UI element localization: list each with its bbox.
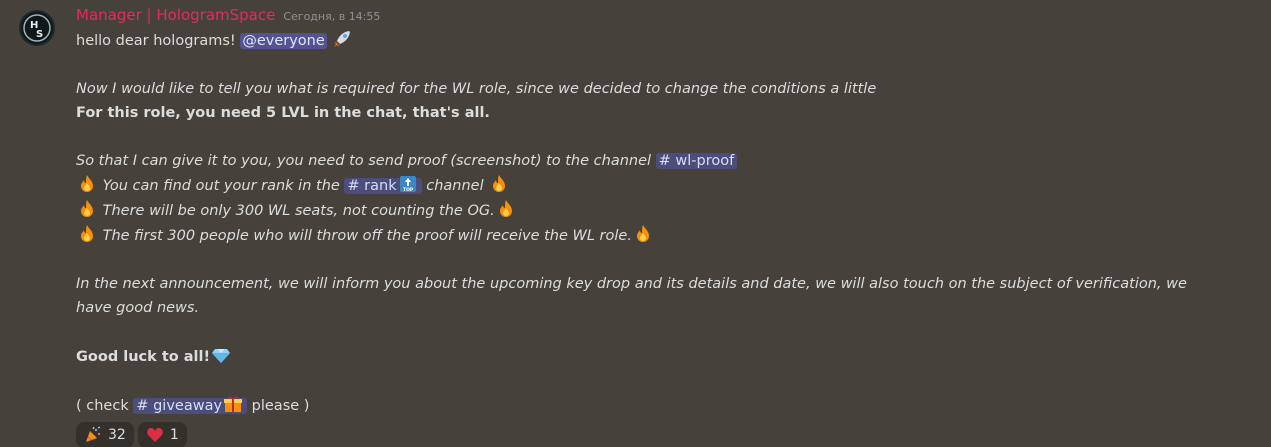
chat-message: H S Manager | HologramSpace Сегодня, в 1… — [0, 0, 1271, 447]
message-line: You can find out your rank in the # rank… — [76, 173, 1255, 198]
message-line: In the next announcement, we will inform… — [76, 276, 1187, 316]
fire-emoji — [76, 173, 98, 195]
message-line: So that I can give it to you, you need t… — [76, 149, 1255, 173]
heart-icon — [146, 426, 164, 444]
message-line: hello dear holograms! @everyone — [76, 28, 1255, 53]
top-arrow-emoji: TOP — [397, 173, 419, 195]
everyone-mention[interactable]: @everyone — [240, 33, 327, 49]
first-300-text: The first 300 people who will throw off … — [102, 228, 632, 244]
message-line: For this role, you need 5 LVL in the cha… — [76, 105, 490, 121]
greeting-text: hello dear holograms! — [76, 33, 236, 49]
reactions-bar: 32 1 — [76, 422, 1255, 447]
party-popper-icon — [84, 426, 102, 444]
rank-text: You can find out your rank in the — [102, 178, 340, 194]
gem-emoji — [210, 344, 232, 366]
timestamp: Сегодня, в 14:55 — [283, 10, 381, 23]
reaction-heart[interactable]: 1 — [137, 422, 187, 447]
svg-text:S: S — [36, 29, 43, 40]
channel-link-giveaway[interactable]: # giveaway — [133, 396, 248, 414]
channel-link-wl-proof[interactable]: # wl-proof — [655, 153, 738, 169]
rank-text-end: channel — [426, 178, 484, 194]
message-line: Good luck to all! — [76, 344, 1255, 369]
gift-emoji — [222, 393, 244, 415]
message-header: Manager | HologramSpace Сегодня, в 14:55 — [76, 6, 1255, 28]
reaction-party-popper[interactable]: 32 — [76, 422, 134, 447]
channel-giveaway-label: # giveaway — [136, 398, 223, 414]
proof-text: So that I can give it to you, you need t… — [76, 153, 652, 169]
fire-emoji — [495, 198, 517, 220]
fire-emoji — [632, 223, 654, 245]
channel-link-rank[interactable]: # rank TOP — [344, 176, 422, 194]
hologramspace-logo-icon: H S — [23, 14, 51, 42]
message-line: The first 300 people who will throw off … — [76, 223, 1255, 248]
message-line: ( check # giveaway please ) — [76, 393, 1255, 418]
message-line: There will be only 300 WL seats, not cou… — [76, 198, 1255, 223]
seats-text: There will be only 300 WL seats, not cou… — [102, 203, 495, 219]
message-content: hello dear holograms! @everyone Now I wo… — [76, 28, 1255, 418]
good-luck-text: Good luck to all! — [76, 349, 211, 365]
username[interactable]: Manager | HologramSpace — [76, 6, 275, 24]
avatar[interactable]: H S — [19, 10, 55, 46]
please-text: please ) — [251, 398, 310, 414]
message-line: Now I would like to tell you what is req… — [76, 81, 877, 97]
fire-emoji — [76, 223, 98, 245]
rocket-emoji — [331, 28, 353, 50]
fire-emoji — [488, 173, 510, 195]
fire-emoji — [76, 198, 98, 220]
reaction-count: 1 — [169, 427, 179, 443]
svg-text:TOP: TOP — [403, 187, 414, 193]
reaction-count: 32 — [108, 427, 126, 443]
channel-rank-label: # rank — [347, 178, 397, 194]
check-text: ( check — [76, 398, 129, 414]
